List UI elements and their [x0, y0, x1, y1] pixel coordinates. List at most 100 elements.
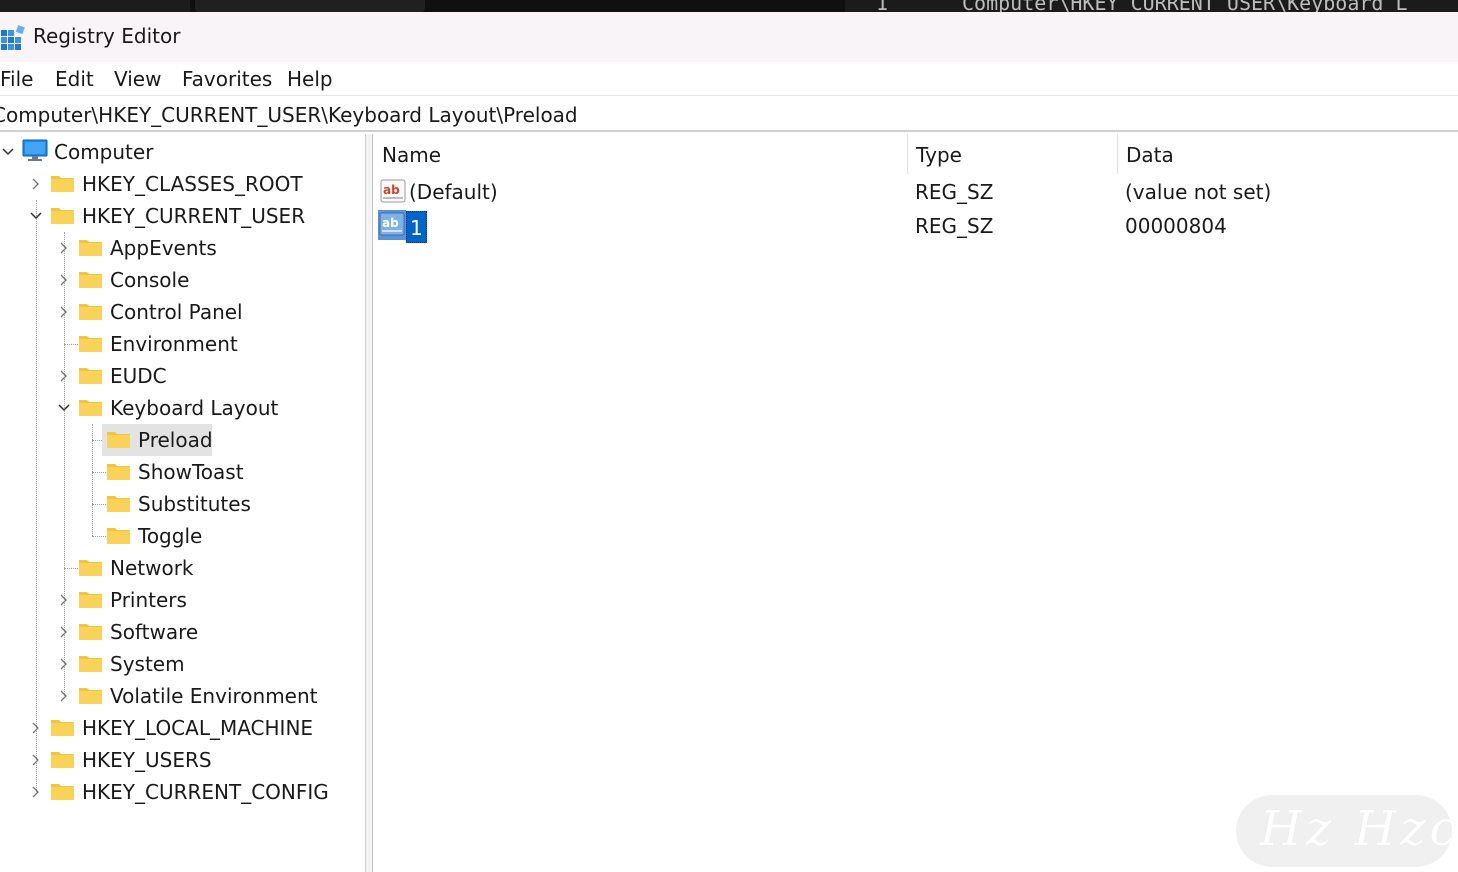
folder-icon — [107, 496, 130, 512]
column-header-name[interactable]: Name — [374, 134, 908, 174]
tree-item-showtoast[interactable]: ShowToast — [0, 456, 365, 488]
tree-item-label: ShowToast — [138, 460, 244, 484]
value-row-selected[interactable]: ab 1 REG_SZ 00000804 — [374, 208, 1458, 243]
folder-icon — [79, 656, 102, 672]
value-row[interactable]: ab (Default) REG_SZ (value not set) — [374, 174, 1458, 208]
tree-item-keyboard-layout[interactable]: Keyboard Layout — [0, 392, 365, 424]
chevron-down-icon[interactable] — [29, 209, 43, 223]
menu-bar: File Edit View Favorites Help — [0, 62, 1458, 96]
tree-item-toggle[interactable]: Toggle — [0, 520, 365, 552]
folder-icon — [107, 464, 130, 480]
tree-item-computer[interactable]: Computer — [0, 136, 365, 168]
chevron-right-icon[interactable] — [29, 785, 43, 799]
chevron-right-icon[interactable] — [57, 657, 71, 671]
tree-item-appevents[interactable]: AppEvents — [0, 232, 365, 264]
chevron-right-icon[interactable] — [57, 369, 71, 383]
tree-item-label: EUDC — [110, 364, 167, 388]
column-header-label: Data — [1126, 143, 1174, 167]
background-line-number: 1 — [876, 0, 889, 12]
tree-item-control-panel[interactable]: Control Panel — [0, 296, 365, 328]
menu-favorites-label: Favorites — [182, 67, 273, 91]
tree-item-label: Printers — [110, 588, 187, 612]
tree-item-preload[interactable]: Preload — [0, 424, 365, 456]
chevron-right-icon[interactable] — [29, 721, 43, 735]
menu-file-label: File — [0, 67, 34, 91]
watermark-logo: Hz Hzc — [1236, 795, 1456, 867]
menu-edit[interactable]: Edit — [55, 67, 94, 91]
string-value-icon: ab — [378, 210, 406, 240]
tree-item-label: Preload — [138, 428, 213, 452]
chevron-down-icon[interactable] — [57, 401, 71, 415]
menu-view[interactable]: View — [114, 67, 161, 91]
folder-icon — [51, 208, 74, 224]
tree-item-hkey-current-user[interactable]: HKEY_CURRENT_USER — [0, 200, 365, 232]
tree-item-label: HKEY_CURRENT_USER — [82, 204, 306, 228]
tree-item-substitutes[interactable]: Substitutes — [0, 488, 365, 520]
tree-item-label: System — [110, 652, 185, 676]
background-tab — [195, 0, 425, 12]
value-name-edit[interactable]: 1 — [406, 211, 427, 243]
chevron-down-icon[interactable] — [1, 145, 15, 159]
column-header-label: Type — [916, 143, 962, 167]
folder-icon — [51, 784, 74, 800]
tree-item-network[interactable]: Network — [0, 552, 365, 584]
chevron-right-icon[interactable] — [57, 689, 71, 703]
tree-item-eudc[interactable]: EUDC — [0, 360, 365, 392]
folder-icon — [79, 336, 102, 352]
folder-icon — [51, 752, 74, 768]
column-header-type[interactable]: Type — [908, 134, 1118, 174]
menu-view-label: View — [114, 67, 162, 91]
chevron-right-icon[interactable] — [57, 273, 71, 287]
tree-item-environment[interactable]: Environment — [0, 328, 365, 360]
tree-item-label: Control Panel — [110, 300, 243, 324]
menu-help[interactable]: Help — [287, 67, 333, 91]
value-type: REG_SZ — [915, 214, 994, 238]
tree-item-label: HKEY_USERS — [82, 748, 212, 772]
chevron-right-icon[interactable] — [57, 593, 71, 607]
pane-splitter[interactable] — [366, 134, 373, 872]
menu-file[interactable]: File — [0, 67, 33, 91]
svg-text:ab: ab — [382, 216, 399, 230]
tree-item-label: Substitutes — [138, 492, 251, 516]
tree-item-label: Toggle — [138, 524, 203, 548]
svg-text:ab: ab — [383, 183, 400, 197]
column-header-data[interactable]: Data — [1118, 134, 1458, 174]
menu-favorites[interactable]: Favorites — [182, 67, 272, 91]
tree-item-volatile-environment[interactable]: Volatile Environment — [0, 680, 365, 712]
watermark-text: Hz Hzc — [1260, 801, 1458, 857]
background-segment — [0, 0, 190, 12]
chevron-right-icon[interactable] — [29, 753, 43, 767]
tree-item-label: HKEY_LOCAL_MACHINE — [82, 716, 314, 740]
tree-item-system[interactable]: System — [0, 648, 365, 680]
value-type: REG_SZ — [915, 180, 994, 204]
folder-icon — [79, 624, 102, 640]
tree-item-console[interactable]: Console — [0, 264, 365, 296]
tree-item-hkey-users[interactable]: HKEY_USERS — [0, 744, 365, 776]
tree-item-label: HKEY_CLASSES_ROOT — [82, 172, 303, 196]
tree-item-hkey-classes-root[interactable]: HKEY_CLASSES_ROOT — [0, 168, 365, 200]
column-header-label: Name — [382, 143, 442, 167]
chevron-right-icon[interactable] — [29, 177, 43, 191]
tree-item-label: Software — [110, 620, 199, 644]
values-list[interactable]: Name Type Data ab (Default) REG_SZ (valu… — [374, 134, 1458, 872]
folder-icon — [107, 432, 130, 448]
folder-icon — [79, 368, 102, 384]
tree-item-software[interactable]: Software — [0, 616, 365, 648]
tree-item-hkey-local-machine[interactable]: HKEY_LOCAL_MACHINE — [0, 712, 365, 744]
tree-item-hkey-current-config[interactable]: HKEY_CURRENT_CONFIG — [0, 776, 365, 808]
chevron-right-icon[interactable] — [57, 625, 71, 639]
tree-item-label: Console — [110, 268, 190, 292]
address-bar[interactable]: Computer\HKEY_CURRENT_USER\Keyboard Layo… — [0, 97, 1458, 132]
registry-tree[interactable]: Computer HKEY_CLASSES_ROOT HKEY_CURRENT_… — [0, 134, 366, 872]
tree-item-label: AppEvents — [110, 236, 217, 260]
string-value-icon: ab — [380, 179, 406, 203]
chevron-right-icon[interactable] — [57, 305, 71, 319]
address-path[interactable]: Computer\HKEY_CURRENT_USER\Keyboard Layo… — [0, 103, 578, 127]
window-title: Registry Editor — [33, 24, 181, 48]
tree-item-label: Environment — [110, 332, 238, 356]
background-path-text: Computer\HKEY_CURRENT_USER\Keyboard L — [962, 0, 1408, 12]
chevron-right-icon[interactable] — [57, 241, 71, 255]
tree-item-printers[interactable]: Printers — [0, 584, 365, 616]
value-name: (Default) — [409, 180, 498, 204]
tree-item-label: Keyboard Layout — [110, 396, 279, 420]
